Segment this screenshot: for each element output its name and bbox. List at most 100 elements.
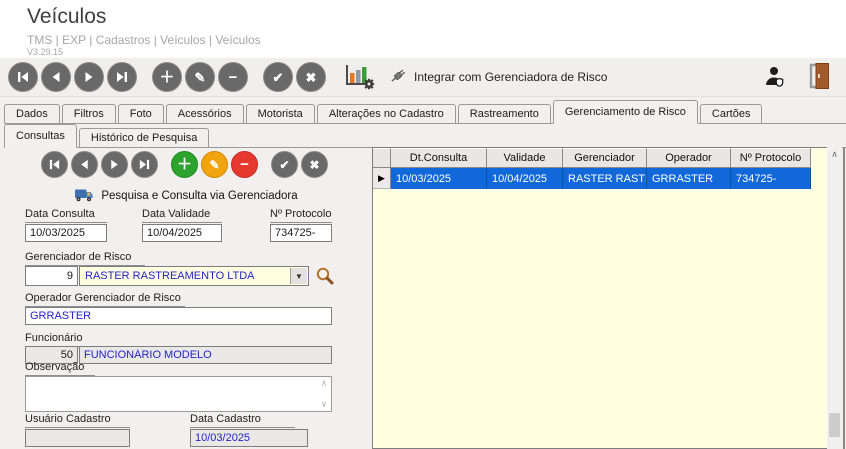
cross-icon: ✖	[309, 157, 320, 172]
consulta-form-panel: ＋ ✎ − ✔ ✖ Pesquisa e Consulta via Gerenc…	[5, 148, 367, 447]
last-record-button[interactable]	[107, 62, 137, 92]
tab-cartoes[interactable]: Cartões	[699, 104, 763, 123]
data-consulta-input[interactable]	[25, 224, 107, 242]
consulta-cancel-button[interactable]: ✖	[301, 151, 328, 178]
check-icon: ✔	[279, 157, 290, 172]
tab-filtros[interactable]: Filtros	[61, 104, 116, 123]
funcionario-nome-field	[79, 346, 332, 364]
grid-cell-gerenciador[interactable]: RASTER RASTREAMENTO LTDA	[563, 168, 647, 189]
subtab-historico-de-pesquisa[interactable]: Histórico de Pesquisa	[78, 128, 210, 147]
next-record-button[interactable]	[74, 62, 104, 92]
consulta-next-button[interactable]	[101, 151, 128, 178]
gerenciador-combo[interactable]: RASTER RASTREAMENTO LTDA ▼	[79, 266, 309, 286]
observacao-textarea[interactable]	[25, 376, 332, 412]
protocolo-label: Nº Protocolo	[270, 208, 332, 223]
prev-record-button[interactable]	[41, 62, 71, 92]
version-label: V3.29.15	[27, 47, 64, 57]
veiculos-window: Veículos TMS | EXP | Cadastros | Veículo…	[0, 0, 846, 449]
gerenciador-risco-label: Gerenciador de Risco	[25, 251, 145, 266]
tab-dados[interactable]: Dados	[4, 104, 60, 123]
row-indicator-icon: ▶	[373, 168, 391, 189]
exit-door-button[interactable]	[808, 62, 832, 93]
data-validade-label: Data Validade	[142, 208, 222, 223]
gerenciador-combo-value: RASTER RASTREAMENTO LTDA	[85, 270, 255, 282]
consulta-edit-button[interactable]: ✎	[201, 151, 228, 178]
consulta-prev-button[interactable]	[71, 151, 98, 178]
sub-tabstrip: Consultas Histórico de Pesquisa	[4, 124, 846, 148]
grid-col-operador[interactable]: Operador	[647, 148, 731, 168]
tab-foto[interactable]: Foto	[117, 104, 164, 123]
page-header: Veículos TMS | EXP | Cadastros | Veículo…	[0, 0, 846, 58]
next-record-icon	[82, 70, 96, 84]
grid-col-validade[interactable]: Validade	[487, 148, 563, 168]
consulta-delete-button[interactable]: −	[231, 151, 258, 178]
confirm-button[interactable]: ✔	[263, 62, 293, 92]
pencil-icon: ✎	[194, 69, 206, 85]
tab-gerenciamento-de-risco[interactable]: Gerenciamento de Risco	[552, 100, 698, 124]
first-record-icon	[48, 158, 61, 171]
consulta-add-button[interactable]: ＋	[171, 151, 198, 178]
gerenciador-codigo-input[interactable]	[25, 266, 78, 286]
user-permissions-button[interactable]	[764, 64, 788, 91]
operador-gerenciador-input[interactable]	[25, 307, 332, 325]
scrollbar-up-icon[interactable]: ∧	[827, 149, 842, 160]
usuario-cadastro-label: Usuário Cadastro	[25, 413, 130, 428]
grid-indicator-header	[373, 148, 391, 168]
observacao-label: Observação	[25, 361, 95, 376]
grid-cell-protocolo[interactable]: 734725-	[731, 168, 811, 189]
data-cadastro-field	[190, 429, 308, 447]
chevron-down-icon[interactable]: ▼	[290, 268, 307, 284]
scrollbar-thumb[interactable]	[829, 413, 840, 437]
pesquisa-gerenciadora-label: Pesquisa e Consulta via Gerenciadora	[101, 190, 298, 202]
next-record-icon	[108, 158, 121, 171]
consulta-first-button[interactable]	[41, 151, 68, 178]
data-validade-input[interactable]	[142, 224, 222, 242]
tab-alteracoes-no-cadastro[interactable]: Alterações no Cadastro	[316, 104, 456, 123]
consulta-confirm-button[interactable]: ✔	[271, 151, 298, 178]
grid-vscrollbar[interactable]: ∧	[827, 147, 842, 449]
tab-acessorios[interactable]: Acessórios	[165, 104, 244, 123]
gerenciador-search-button[interactable]	[315, 266, 334, 288]
grid-col-protocolo[interactable]: Nº Protocolo	[731, 148, 811, 168]
grid-cell-validade[interactable]: 10/04/2025	[487, 168, 563, 189]
edit-record-button[interactable]: ✎	[185, 62, 215, 92]
scroll-up-icon[interactable]: ∧	[321, 378, 328, 389]
pencil-icon: ✎	[209, 157, 220, 172]
truck-icon	[74, 187, 101, 205]
grid-col-gerenciador[interactable]: Gerenciador	[563, 148, 647, 168]
bar-chart-gear-icon	[343, 64, 375, 93]
main-tabstrip: Dados Filtros Foto Acessórios Motorista …	[4, 100, 846, 124]
subtab-consultas[interactable]: Consultas	[4, 124, 77, 148]
delete-record-button[interactable]: −	[218, 62, 248, 92]
plus-icon: ＋	[159, 68, 175, 86]
protocolo-input[interactable]	[270, 224, 332, 242]
integrate-gerenciadora-action[interactable]: Integrar com Gerenciadora de Risco	[389, 68, 607, 87]
chart-report-button[interactable]	[343, 62, 375, 93]
main-toolbar: ＋ ✎ − ✔ ✖ Integrar com Gerenciadora de R…	[0, 58, 846, 97]
operador-gerenciador-label: Operador Gerenciador de Risco	[25, 292, 185, 307]
cancel-button[interactable]: ✖	[296, 62, 326, 92]
prev-record-icon	[49, 70, 63, 84]
grid-header-row: Dt.Consulta Validade Gerenciador Operado…	[373, 148, 827, 168]
usuario-cadastro-field	[25, 429, 130, 447]
prev-record-icon	[78, 158, 91, 171]
plug-icon	[389, 68, 414, 87]
observacao-scroll[interactable]: ∧ ∨	[318, 378, 330, 410]
minus-icon: −	[240, 156, 249, 173]
check-icon: ✔	[272, 69, 284, 85]
first-record-button[interactable]	[8, 62, 38, 92]
grid-col-dt-consulta[interactable]: Dt.Consulta	[391, 148, 487, 168]
consulta-last-button[interactable]	[131, 151, 158, 178]
grid-row-selected[interactable]: ▶ 10/03/2025 10/04/2025 RASTER RASTREAME…	[373, 168, 827, 189]
add-record-button[interactable]: ＋	[152, 62, 182, 92]
page-title: Veículos	[27, 5, 107, 28]
scroll-down-icon[interactable]: ∨	[321, 399, 328, 410]
tab-rastreamento[interactable]: Rastreamento	[457, 104, 551, 123]
minus-icon: −	[228, 68, 238, 86]
last-record-icon	[138, 158, 151, 171]
tab-motorista[interactable]: Motorista	[245, 104, 315, 123]
first-record-icon	[16, 70, 30, 84]
consultas-grid[interactable]: Dt.Consulta Validade Gerenciador Operado…	[372, 147, 827, 449]
grid-cell-operador[interactable]: GRRASTER	[647, 168, 731, 189]
grid-cell-dt-consulta[interactable]: 10/03/2025	[391, 168, 487, 189]
